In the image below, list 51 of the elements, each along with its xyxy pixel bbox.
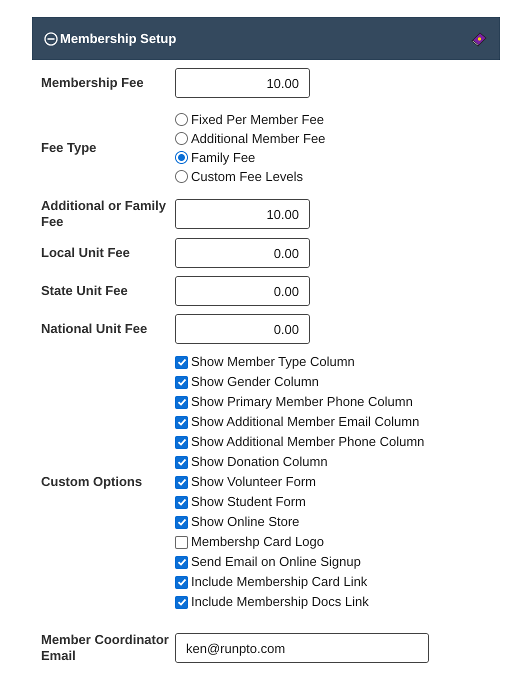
option-label: Show Member Type Column [191, 353, 355, 372]
amount-field[interactable]: 10.00 [175, 199, 310, 229]
field-label: Local Unit Fee [41, 245, 131, 261]
checkbox[interactable] [175, 416, 188, 428]
option-label: Show Additional Member Phone Column [191, 433, 424, 452]
option-label: Include Membership Docs Link [191, 593, 369, 612]
option-label: Include Membership Card Link [191, 573, 368, 592]
option-label: Show Donation Column [191, 453, 328, 472]
checkbox[interactable] [175, 596, 188, 608]
amount-field[interactable]: 0.00 [175, 314, 310, 344]
checkbox[interactable] [175, 356, 188, 368]
field-label: Member Coordinator Email [41, 632, 170, 664]
checkbox[interactable] [175, 476, 188, 488]
option-label: Custom Fee Levels [191, 168, 303, 186]
radio-button[interactable] [175, 113, 188, 126]
checkbox[interactable] [175, 576, 188, 588]
option-label: Family Fee [191, 148, 256, 167]
option-label: Send Email on Online Signup [191, 553, 361, 572]
field-label: Additional or Family Fee [41, 198, 167, 230]
option-label: Membershp Card Logo [191, 533, 324, 552]
option-label: Fixed Per Member Fee [191, 110, 324, 129]
option-label: Show Volunteer Form [191, 473, 316, 492]
option-label: Show Gender Column [191, 373, 319, 392]
collapse-icon[interactable] [44, 32, 58, 46]
option-label: Show Additional Member Email Column [191, 413, 420, 432]
amount-field[interactable]: 10.00 [175, 68, 310, 98]
field-label: Fee Type [41, 140, 98, 156]
checkbox[interactable] [175, 496, 188, 508]
checkbox[interactable] [175, 516, 188, 528]
field-label: Membership Fee [41, 75, 145, 91]
checkbox[interactable] [175, 536, 188, 548]
checkbox[interactable] [175, 556, 188, 568]
amount-field[interactable]: 0.00 [175, 238, 310, 268]
checkbox[interactable] [175, 396, 188, 408]
radio-button[interactable] [175, 170, 188, 183]
field-label: Custom Options [41, 474, 144, 490]
option-label: Show Primary Member Phone Column [191, 393, 413, 412]
option-label: Additional Member Fee [191, 130, 326, 148]
amount-field[interactable]: 0.00 [175, 276, 310, 306]
radio-button[interactable] [175, 132, 188, 145]
help-book-icon[interactable] [470, 30, 488, 46]
option-label: Show Online Store [191, 513, 300, 532]
checkbox[interactable] [175, 376, 188, 388]
field-label: National Unit Fee [41, 321, 148, 337]
checkbox[interactable] [175, 436, 188, 448]
checkbox[interactable] [175, 456, 188, 468]
email-field[interactable]: ken@runpto.com [175, 633, 429, 663]
option-label: Show Student Form [191, 493, 306, 512]
field-label: State Unit Fee [41, 283, 129, 299]
radio-button[interactable] [175, 151, 188, 164]
panel-title: Membership Setup [60, 30, 176, 48]
